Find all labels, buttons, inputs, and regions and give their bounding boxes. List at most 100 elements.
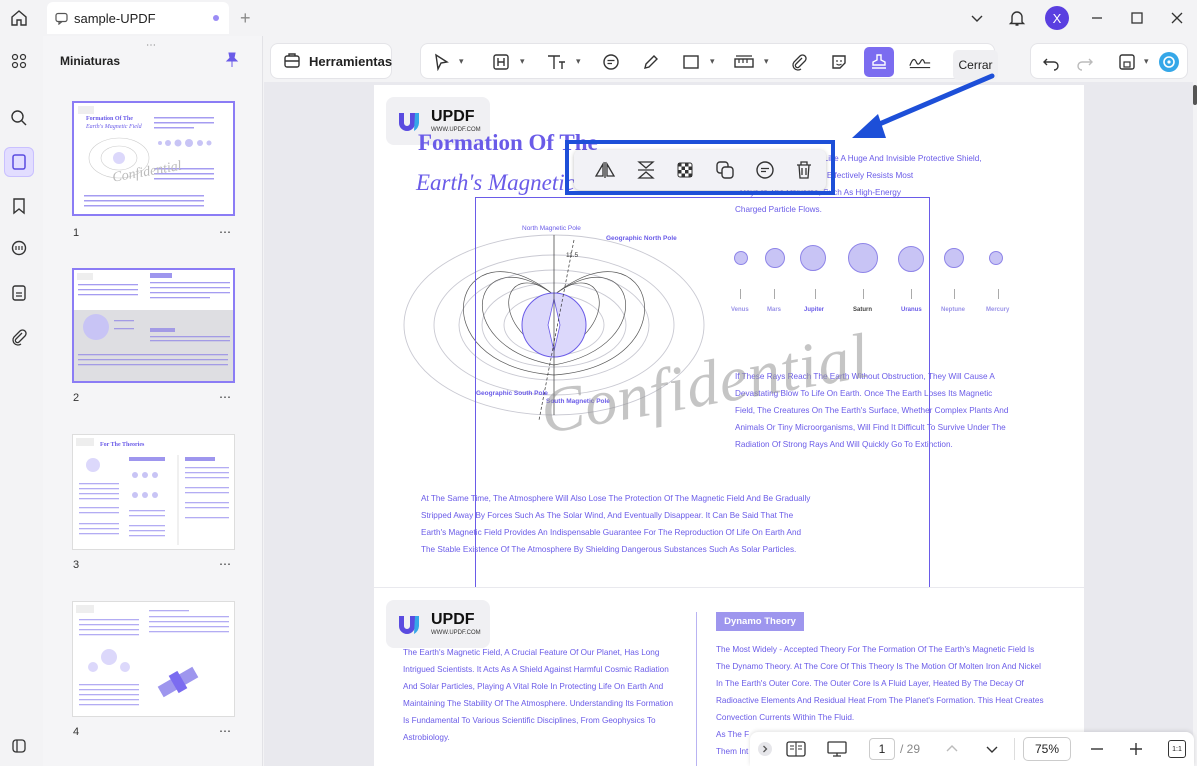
annotation-arrow	[852, 73, 995, 138]
add-tab-icon[interactable]: +	[240, 8, 251, 29]
thumb-4-more-icon[interactable]: ⋯	[219, 724, 232, 738]
planet-row	[730, 243, 1020, 315]
document-icon[interactable]	[4, 278, 34, 308]
apps-grid-icon[interactable]	[4, 46, 34, 76]
next-page-icon[interactable]	[982, 739, 1002, 759]
bottom-line-3: Earth's Magnetic Field Provides An Indis…	[421, 528, 802, 537]
highlight-icon[interactable]	[489, 50, 513, 74]
planet-uranus	[898, 246, 924, 272]
angle-label: 11.5	[566, 252, 579, 259]
stamp-selection-left	[475, 197, 476, 587]
p2-right-line-2: The Dynamo Theory. At The Core Of This T…	[716, 662, 1041, 671]
layers-icon[interactable]	[4, 731, 34, 761]
bell-icon[interactable]	[997, 0, 1037, 36]
paperclip-icon[interactable]	[787, 50, 811, 74]
thumb-1-heading-2: Earth's Magnetic Field	[85, 124, 143, 130]
planet-tick	[863, 289, 864, 299]
intro-line-4: Charged Particle Flows.	[735, 205, 822, 214]
home-icon[interactable]	[6, 5, 32, 31]
bookmark-icon[interactable]	[4, 191, 34, 221]
p2-left-line-2: Intrigued Scientists. It Acts As A Shiel…	[403, 665, 669, 674]
text-icon[interactable]	[544, 50, 568, 74]
page-title-line-2: Earth's Magnetic	[416, 170, 575, 195]
thumbnail-page-2[interactable]	[72, 268, 235, 383]
tools-button[interactable]: Herramientas	[270, 43, 392, 79]
thumbnail-page-1[interactable]: Formation Of The Earth's Magnetic Field …	[72, 101, 235, 216]
attachment-icon[interactable]	[4, 322, 34, 352]
bottom-line-4: The Stable Existence Of The Atmosphere B…	[421, 545, 797, 554]
select-cursor-icon[interactable]	[429, 50, 453, 74]
previous-page-icon[interactable]	[942, 739, 962, 759]
planet-mercury	[989, 251, 1003, 265]
planet-label-neptune: Neptune	[941, 307, 965, 313]
right-line-4: Animals Or Tiny Microorganisms, Will Fin…	[735, 423, 1006, 432]
thumbnail-page-3[interactable]: For The Theories	[72, 434, 235, 550]
panel-resize-grip[interactable]: ⋯	[146, 40, 157, 51]
vertical-scrollbar[interactable]	[1193, 85, 1197, 105]
redo-icon[interactable]	[1073, 50, 1097, 74]
planet-label-mercury: Mercury	[986, 307, 1010, 313]
comments-icon[interactable]	[4, 234, 34, 264]
planet-tick	[815, 289, 816, 299]
planet-label-jupiter: Jupiter	[804, 307, 825, 313]
text-chevron-icon[interactable]: ▾	[576, 56, 581, 67]
chevron-down-icon[interactable]	[957, 0, 997, 36]
p2-right-line-3: In The Earth's Outer Core. The Outer Cor…	[716, 679, 1024, 688]
total-pages: / 29	[900, 742, 921, 756]
tools-label: Herramientas	[309, 53, 393, 69]
zoom-level[interactable]: 75%	[1023, 737, 1071, 761]
logo-text-2: UPDF	[431, 611, 475, 628]
logo-text: UPDF	[431, 108, 475, 125]
p2-left-line-4: Maintaining The Stability Of The Atmosph…	[403, 699, 674, 708]
zoom-in-icon[interactable]	[1126, 739, 1146, 759]
minimize-icon[interactable]	[1077, 0, 1117, 36]
comment-icon[interactable]	[599, 50, 623, 74]
stamp-selection-top	[475, 197, 930, 198]
rectangle-icon[interactable]	[679, 50, 703, 74]
save-icon[interactable]	[1115, 50, 1139, 74]
thumbnail-panel: ⋯ Miniaturas Formation Of The Earth's Ma…	[43, 36, 263, 766]
presentation-icon[interactable]	[827, 739, 847, 759]
p2-right-line-4: Radioactive Elements And Residual Heat F…	[716, 696, 1044, 705]
north-magnetic-label: North Magnetic Pole	[522, 225, 581, 232]
maximize-icon[interactable]	[1117, 0, 1157, 36]
planet-jupiter	[800, 245, 826, 271]
p2-right-line-5: Convection Currents Within The Fluid.	[716, 713, 855, 722]
undo-icon[interactable]	[1039, 50, 1063, 74]
thumbnail-page-4[interactable]	[72, 601, 235, 717]
pin-icon[interactable]	[224, 52, 240, 73]
dynamo-theory-badge: Dynamo Theory	[716, 612, 804, 631]
search-icon[interactable]	[4, 103, 34, 133]
thumb-3-more-icon[interactable]: ⋯	[219, 557, 232, 571]
thumb-1-more-icon[interactable]: ⋯	[219, 225, 232, 239]
page-layout-icon[interactable]	[786, 739, 806, 759]
ai-assistant-icon[interactable]	[1157, 50, 1181, 74]
p2-left-line-3: And Solar Particles, Playing A Vital Rol…	[403, 682, 664, 691]
pencil-icon[interactable]	[639, 50, 663, 74]
planet-tick	[774, 289, 775, 299]
zoom-out-icon[interactable]	[1087, 739, 1107, 759]
planet-venus	[734, 251, 748, 265]
save-chevron-icon[interactable]: ▾	[1144, 56, 1149, 67]
highlight-chevron-icon[interactable]: ▾	[520, 56, 525, 67]
document-tab[interactable]: sample-UPDF	[47, 2, 229, 34]
select-chevron-icon[interactable]: ▾	[459, 56, 464, 67]
toolbox-icon	[283, 51, 301, 72]
thumb-2-more-icon[interactable]: ⋯	[219, 390, 232, 404]
shape-chevron-icon[interactable]: ▾	[710, 56, 715, 67]
bottom-paragraph: At The Same Time, The Atmosphere Will Al…	[421, 490, 810, 558]
planet-tick	[998, 289, 999, 299]
thumb-2-number: 2	[73, 392, 80, 404]
measure-icon[interactable]	[732, 50, 756, 74]
current-page-input[interactable]: 1	[869, 738, 895, 760]
chat-bubble-icon	[55, 12, 68, 25]
user-avatar[interactable]: X	[1037, 0, 1077, 36]
collapse-arrow-icon[interactable]	[755, 739, 775, 759]
thumbnails-icon[interactable]	[4, 147, 34, 177]
actual-size-button[interactable]: 1:1	[1168, 740, 1186, 758]
tab-title: sample-UPDF	[74, 10, 156, 26]
close-window-icon[interactable]	[1157, 0, 1197, 36]
measure-chevron-icon[interactable]: ▾	[764, 56, 769, 67]
page-navigation-bar: 1 / 29 75% 1:1	[750, 732, 1194, 766]
planet-label-venus: Venus	[731, 307, 749, 313]
